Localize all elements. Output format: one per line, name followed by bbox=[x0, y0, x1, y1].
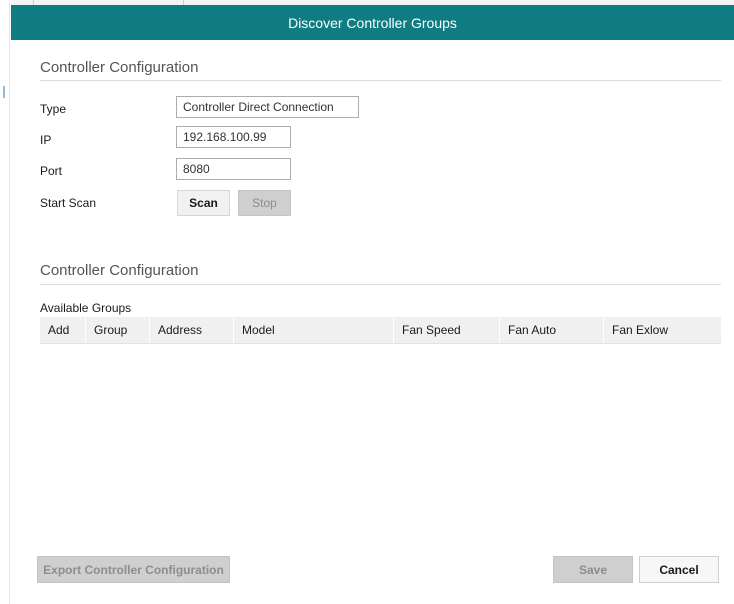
port-field[interactable] bbox=[176, 158, 291, 180]
background-window-edge bbox=[0, 0, 11, 604]
connection-section-title: Controller Configuration bbox=[40, 59, 199, 76]
section-divider bbox=[40, 284, 721, 285]
column-header-fan-auto[interactable]: Fan Auto bbox=[500, 317, 604, 343]
column-header-fan-exlow[interactable]: Fan Exlow bbox=[604, 317, 721, 343]
scan-button[interactable]: Scan bbox=[177, 190, 230, 216]
column-header-group[interactable]: Group bbox=[86, 317, 150, 343]
port-label: Port bbox=[40, 164, 63, 178]
groups-grid-body[interactable] bbox=[40, 344, 721, 544]
groups-grid-header: Add Group Address Model Fan Speed Fan Au… bbox=[40, 317, 721, 344]
save-button[interactable]: Save bbox=[553, 556, 633, 583]
column-header-fan-speed[interactable]: Fan Speed bbox=[394, 317, 500, 343]
groups-section-title: Controller Configuration bbox=[40, 262, 199, 279]
ip-field[interactable] bbox=[176, 126, 291, 148]
section-divider bbox=[40, 80, 721, 81]
stop-button[interactable]: Stop bbox=[238, 190, 291, 216]
export-configuration-button[interactable]: Export Controller Configuration bbox=[37, 556, 230, 583]
ip-label: IP bbox=[40, 133, 52, 147]
dialog-title: Discover Controller Groups bbox=[288, 14, 457, 31]
dialog-titlebar[interactable]: Discover Controller Groups bbox=[11, 5, 734, 40]
type-field[interactable] bbox=[176, 96, 359, 118]
selection-marker bbox=[3, 86, 5, 98]
start-scan-label: Start Scan bbox=[40, 196, 97, 210]
type-label: Type bbox=[40, 102, 67, 116]
column-header-model[interactable]: Model bbox=[234, 317, 394, 343]
column-header-add[interactable]: Add bbox=[40, 317, 86, 343]
window-divider bbox=[9, 0, 10, 604]
cancel-button[interactable]: Cancel bbox=[639, 556, 719, 583]
available-groups-label: Available Groups bbox=[40, 301, 132, 315]
discover-controller-groups-dialog: Discover Controller Groups Controller Co… bbox=[11, 5, 734, 604]
column-header-address[interactable]: Address bbox=[150, 317, 234, 343]
